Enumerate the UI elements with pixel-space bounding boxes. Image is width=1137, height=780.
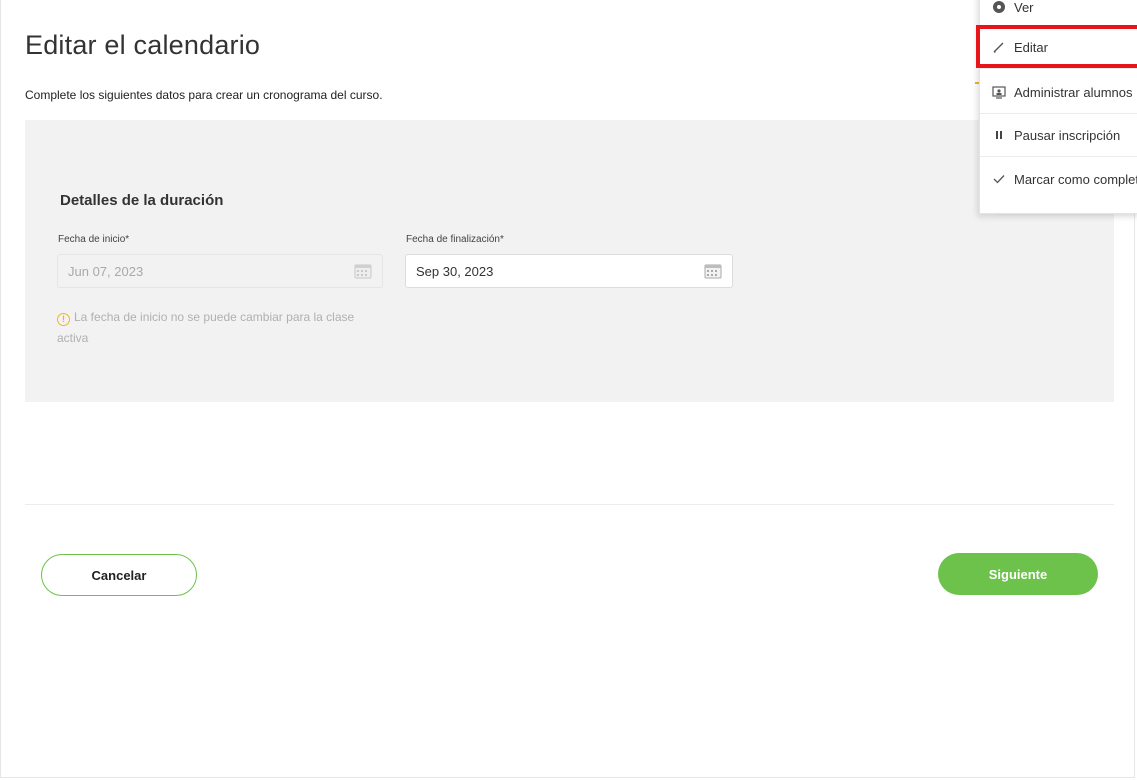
start-date-value: Jun 07, 2023 (68, 263, 144, 279)
divider (25, 504, 1114, 505)
start-date-field: Jun 07, 2023 (57, 254, 383, 288)
menu-item-administrar-alumnos[interactable]: Administrar alumnos (980, 72, 1137, 112)
end-date-field[interactable]: Sep 30, 2023 (405, 254, 733, 288)
next-button[interactable]: Siguiente (938, 553, 1098, 595)
menu-item-marcar-como-completado[interactable]: Marcar como completado (980, 159, 1137, 199)
end-date-value: Sep 30, 2023 (416, 263, 494, 279)
start-date-hint: ! La fecha de inicio no se puede cambiar … (57, 307, 377, 349)
page-subtitle: Complete los siguientes datos para crear… (25, 88, 383, 102)
highlight-box (976, 25, 1137, 68)
end-date-label: Fecha de finalización* (406, 234, 504, 245)
start-date-label: Fecha de inicio* (58, 234, 130, 245)
menu-separator (980, 113, 1137, 114)
page-title: Editar el calendario (25, 30, 261, 60)
info-icon: ! (57, 313, 70, 326)
hint-text: La fecha de inicio no se puede cambiar p… (57, 310, 355, 345)
pause-icon (992, 128, 1006, 142)
menu-separator (980, 156, 1137, 157)
menu-item-pausar-inscripcion[interactable]: Pausar inscripción (980, 115, 1137, 155)
check-icon (992, 172, 1006, 186)
menu-item-ver[interactable]: Ver (980, 0, 1137, 27)
menu-item-label: Marcar como completado (1014, 171, 1137, 187)
calendar-icon (354, 264, 372, 279)
menu-item-label: Pausar inscripción (1014, 127, 1121, 143)
menu-item-label: Ver (1014, 0, 1034, 15)
menu-separator (980, 68, 1137, 69)
screen-user-icon (992, 85, 1006, 99)
menu-item-label: Administrar alumnos (1014, 84, 1133, 100)
section-title-duration: Detalles de la duración (60, 192, 224, 209)
cancel-button[interactable]: Cancelar (41, 554, 197, 596)
calendar-icon[interactable] (704, 263, 722, 279)
eye-icon (992, 0, 1006, 14)
